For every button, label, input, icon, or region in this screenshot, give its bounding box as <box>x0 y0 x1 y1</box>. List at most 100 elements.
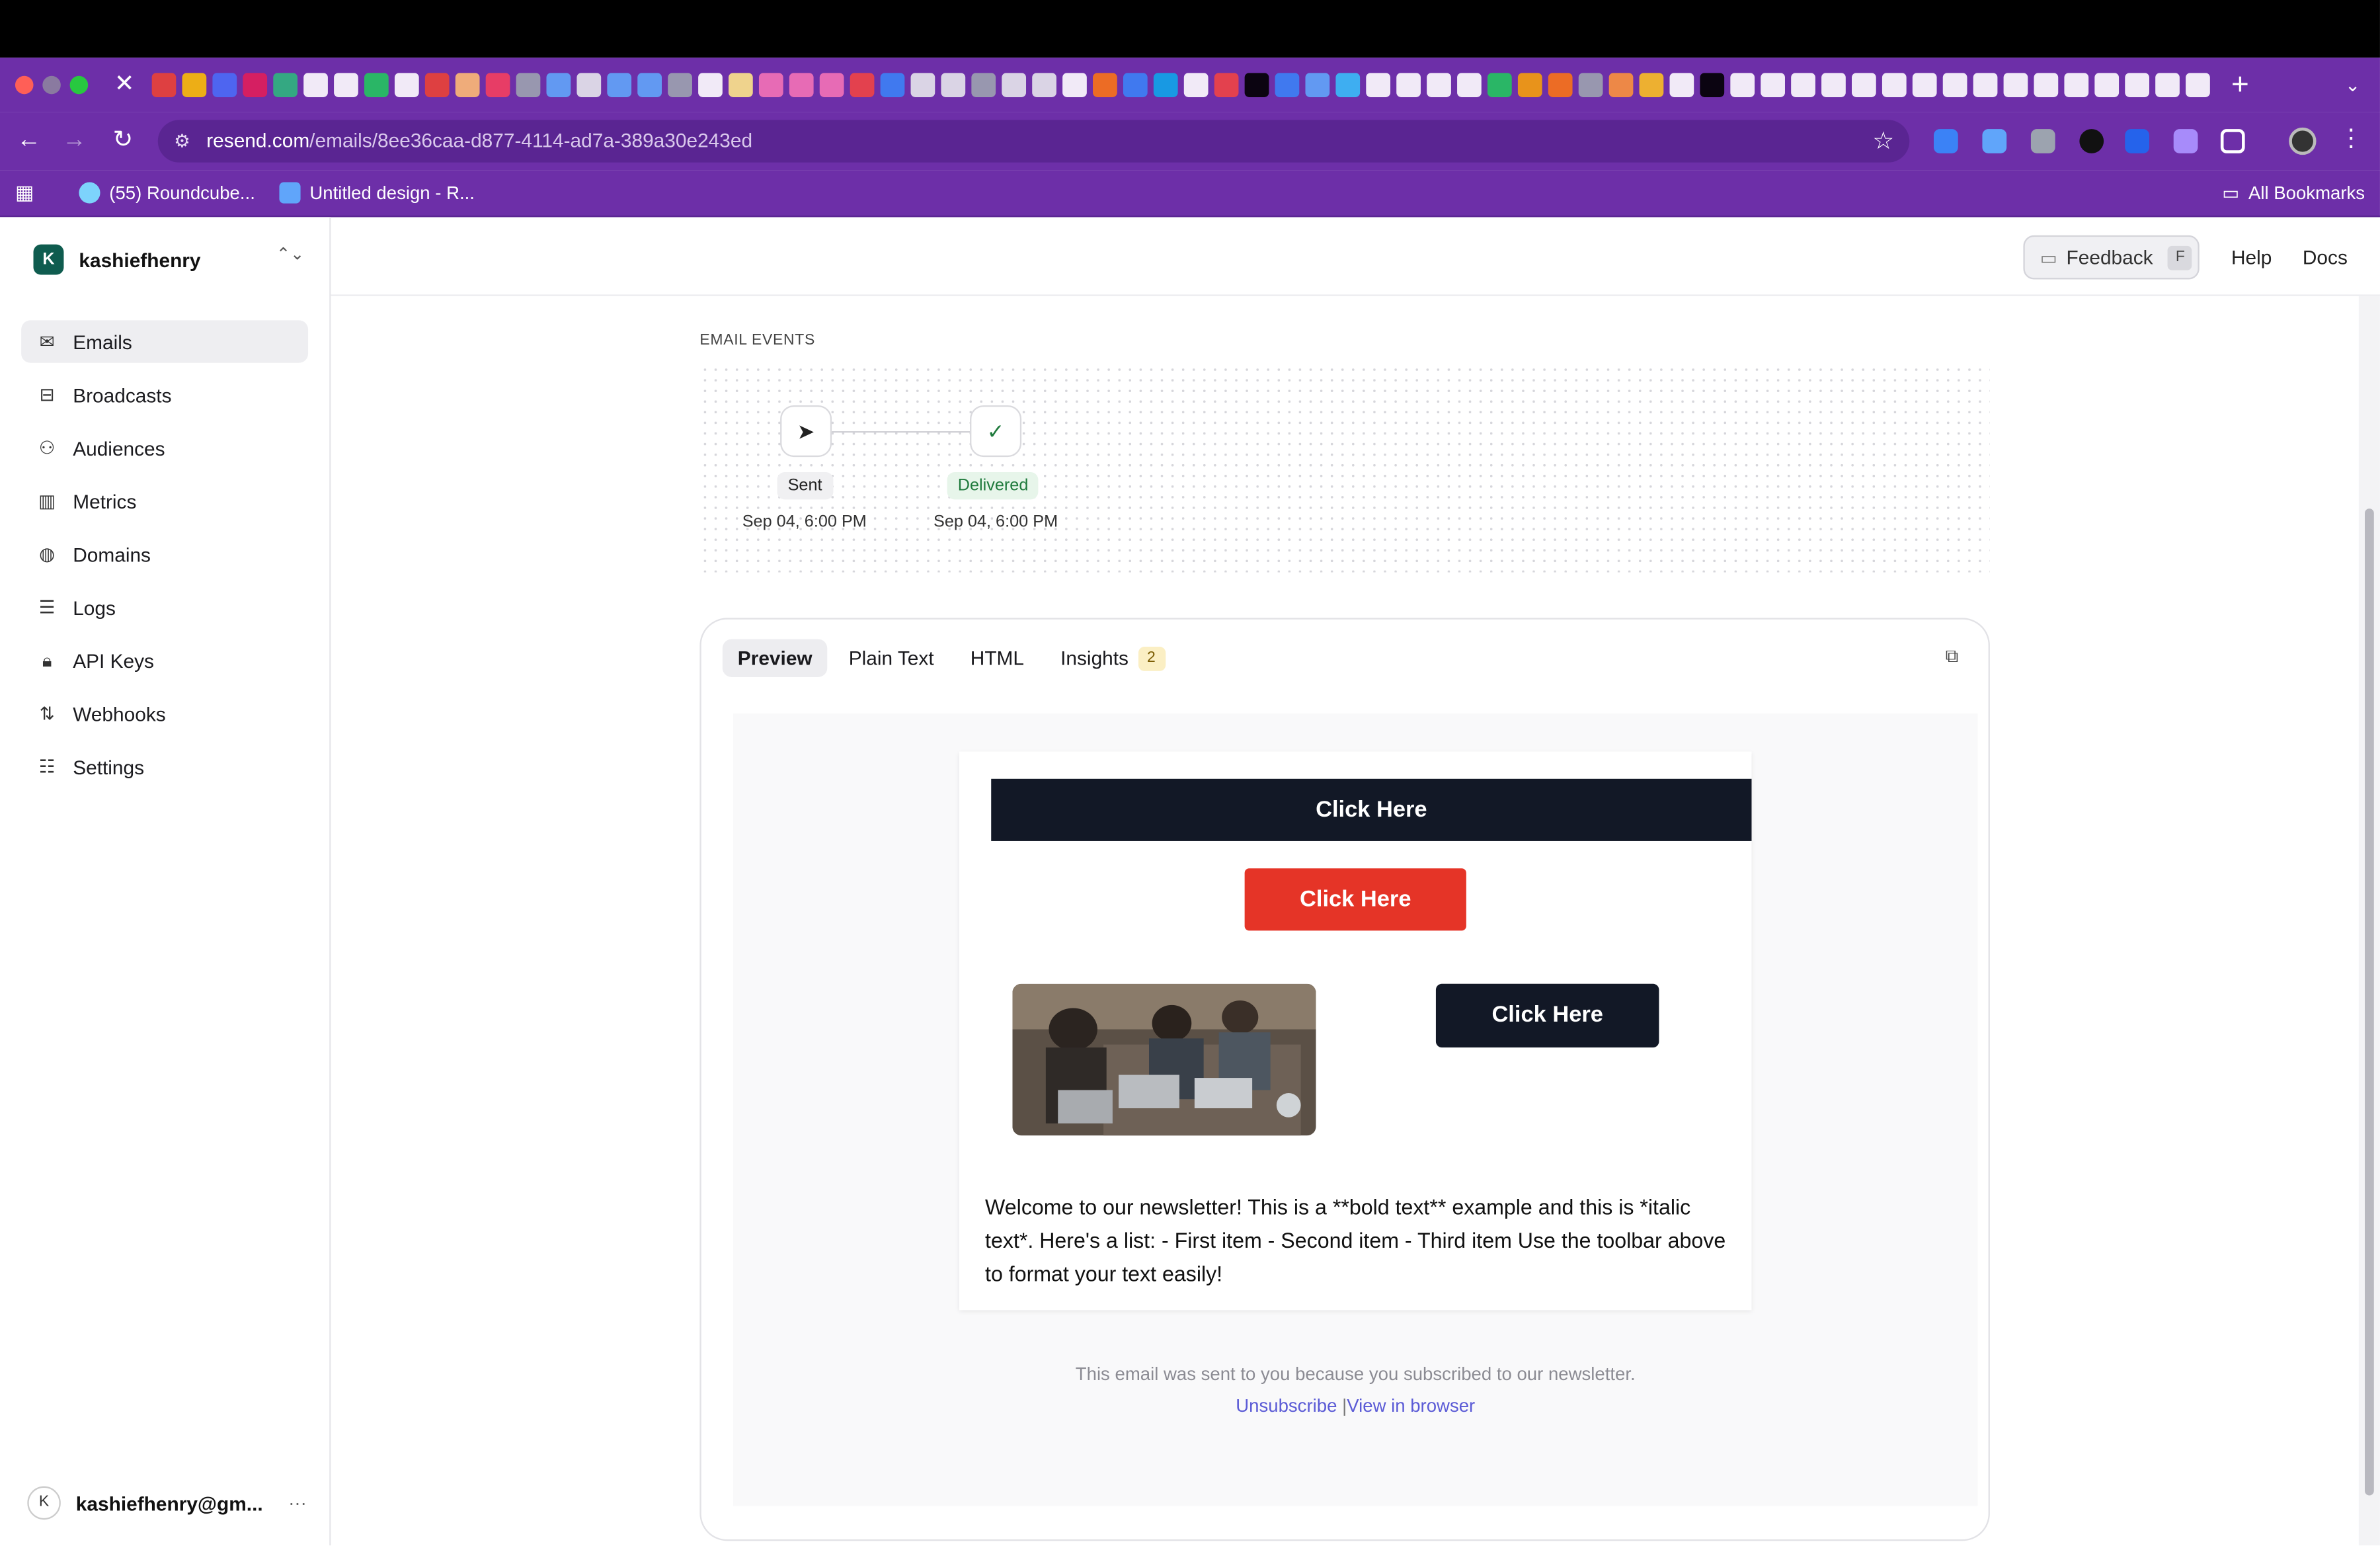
maximize-window-button[interactable] <box>69 75 89 95</box>
bookmark-untitled-design[interactable]: Untitled design - R... <box>279 182 475 204</box>
tab-favicon[interactable] <box>1062 73 1087 97</box>
tab-favicon[interactable] <box>850 73 875 97</box>
tab-favicon[interactable] <box>1821 73 1846 97</box>
tab-favicon[interactable] <box>182 73 207 97</box>
scrollbar-thumb[interactable] <box>2365 509 2374 1496</box>
tab-favicon[interactable] <box>1882 73 1907 97</box>
url-input[interactable]: ⚙ resend.com/emails/8ee36caa-d877-4114-a… <box>157 120 1910 163</box>
tab-favicon[interactable] <box>364 73 389 97</box>
profile-avatar[interactable] <box>2289 127 2317 155</box>
tab-favicon[interactable] <box>1305 73 1330 97</box>
back-icon[interactable]: ← <box>12 124 46 158</box>
tab-favicon[interactable] <box>1973 73 1998 97</box>
tab-favicon[interactable] <box>1791 73 1815 97</box>
tab-preview[interactable]: Preview <box>722 639 828 677</box>
tab-favicon[interactable] <box>273 73 298 97</box>
site-info-icon[interactable]: ⚙ <box>170 129 194 153</box>
help-link[interactable]: Help <box>2231 246 2272 268</box>
tab-favicon[interactable] <box>1002 73 1027 97</box>
tab-favicon[interactable] <box>2186 73 2210 97</box>
tab-favicon[interactable] <box>1214 73 1239 97</box>
tab-favicon[interactable] <box>546 73 571 97</box>
tab-favicon[interactable] <box>424 73 450 97</box>
sidebar-item-metrics[interactable]: ▥ Metrics <box>21 480 308 522</box>
email-cta-button-red[interactable]: Click Here <box>1244 868 1466 931</box>
tab-favicon[interactable] <box>1396 73 1421 97</box>
tab-favicon[interactable] <box>971 73 996 97</box>
more-options-icon[interactable]: ··· <box>288 1492 307 1514</box>
tab-favicon[interactable] <box>1548 73 1573 97</box>
tab-favicon[interactable] <box>1851 73 1876 97</box>
tab-favicon[interactable] <box>455 73 480 97</box>
tab-favicon[interactable] <box>698 73 723 97</box>
email-cta-button-full[interactable]: Click Here <box>991 778 1752 841</box>
tab-favicon[interactable] <box>1153 73 1178 97</box>
tab-favicon[interactable] <box>1730 73 1755 97</box>
tab-html[interactable]: HTML <box>955 639 1039 677</box>
tab-favicon[interactable] <box>1578 73 1603 97</box>
tab-favicon[interactable] <box>576 73 602 97</box>
team-switcher[interactable]: K kashiefhenry <box>33 244 201 275</box>
camera-extension-icon[interactable] <box>2173 129 2198 153</box>
tab-favicon[interactable] <box>1093 73 1117 97</box>
sidebar-item-audiences[interactable]: ⚇ Audiences <box>21 427 308 469</box>
tab-favicon[interactable] <box>1244 73 1269 97</box>
tab-favicon[interactable] <box>1669 73 1694 97</box>
tab-favicon[interactable] <box>880 73 905 97</box>
sidebar-item-emails[interactable]: ✉ Emails <box>21 320 309 363</box>
tab-favicon[interactable] <box>2034 73 2059 97</box>
extension-icon[interactable] <box>2125 129 2149 153</box>
close-window-button[interactable] <box>15 75 34 95</box>
tab-insights[interactable]: Insights 2 <box>1045 639 1180 677</box>
tab-favicon[interactable] <box>212 73 237 97</box>
tab-favicon[interactable] <box>151 73 177 97</box>
tab-favicon[interactable] <box>2094 73 2120 97</box>
tab-favicon[interactable] <box>243 73 268 97</box>
tab-favicon[interactable] <box>910 73 935 97</box>
tab-favicon[interactable] <box>1639 73 1664 97</box>
tab-favicon[interactable] <box>607 73 632 97</box>
tab-favicon[interactable] <box>1912 73 1937 97</box>
extension-icon[interactable] <box>1982 129 2007 153</box>
extension-icon[interactable] <box>2079 129 2104 153</box>
tab-favicon[interactable] <box>1366 73 1391 97</box>
tab-favicon[interactable] <box>2064 73 2089 97</box>
email-cta-button-dark[interactable]: Click Here <box>1435 983 1659 1048</box>
tab-favicon[interactable] <box>1275 73 1300 97</box>
tab-favicon[interactable] <box>2125 73 2149 97</box>
docs-link[interactable]: Docs <box>2303 246 2348 268</box>
tab-favicon[interactable] <box>758 73 783 97</box>
tab-favicon[interactable] <box>303 73 328 97</box>
tab-favicon[interactable] <box>1123 73 1148 97</box>
tab-favicon[interactable] <box>516 73 541 97</box>
tab-favicon[interactable] <box>729 73 753 97</box>
sidebar-item-broadcasts[interactable]: ⊟ Broadcasts <box>21 374 308 416</box>
tab-favicon[interactable] <box>1457 73 1482 97</box>
all-bookmarks-button[interactable]: ▭ All Bookmarks <box>2222 183 2365 204</box>
sidebar-item-webhooks[interactable]: ⇅ Webhooks <box>21 692 308 735</box>
tab-favicon[interactable] <box>2155 73 2180 97</box>
sidebar-item-logs[interactable]: ☰ Logs <box>21 586 308 628</box>
unsubscribe-link[interactable]: Unsubscribe <box>1236 1395 1337 1416</box>
extensions-puzzle-icon[interactable] <box>2220 129 2245 153</box>
tab-favicon[interactable] <box>789 73 814 97</box>
apps-grid-icon[interactable]: ▦ <box>15 181 36 204</box>
tab-favicon[interactable] <box>1183 73 1209 97</box>
tab-favicon[interactable] <box>485 73 510 97</box>
copy-icon[interactable]: ⧉ <box>1941 645 1962 667</box>
reload-icon[interactable]: ↻ <box>106 124 140 158</box>
tab-favicon[interactable] <box>1517 73 1542 97</box>
bookmark-roundcube[interactable]: (55) Roundcube... <box>79 182 255 204</box>
tab-favicon[interactable] <box>394 73 419 97</box>
tab-search-icon[interactable]: ⌄ <box>2338 67 2368 103</box>
tab-favicon[interactable] <box>941 73 966 97</box>
tab-favicon[interactable] <box>637 73 662 97</box>
view-in-browser-link[interactable]: View in browser <box>1347 1395 1475 1416</box>
bookmark-star-icon[interactable]: ☆ <box>1872 126 1894 157</box>
tab-favicon[interactable] <box>1942 73 1967 97</box>
tab-favicon[interactable] <box>1761 73 1785 97</box>
tab-favicon[interactable] <box>1032 73 1056 97</box>
extension-icon[interactable] <box>1933 129 1958 153</box>
sidebar-item-api-keys[interactable]: 🔒︎ API Keys <box>21 639 308 682</box>
tab-favicon[interactable] <box>819 73 844 97</box>
